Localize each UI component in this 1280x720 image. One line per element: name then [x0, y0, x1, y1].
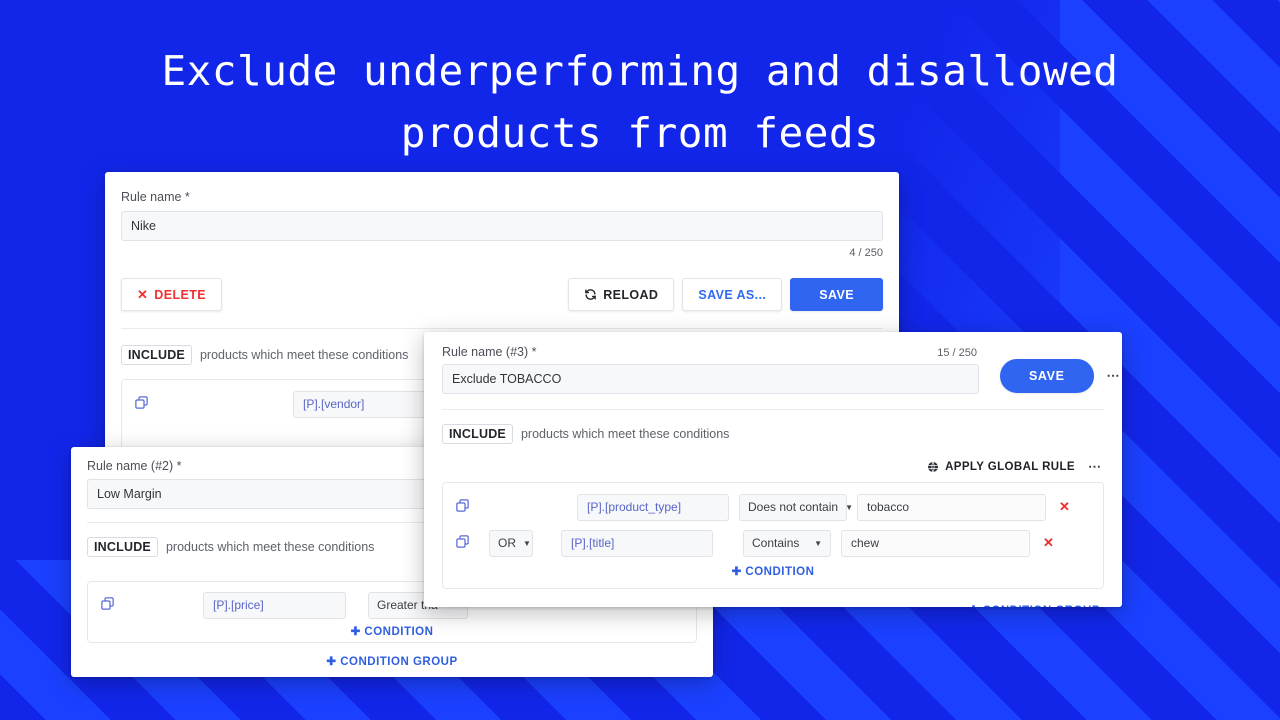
remove-condition-button[interactable]: ✕ — [1059, 499, 1070, 515]
save-button-label: SAVE — [819, 287, 854, 302]
rule-name-char-counter: 15 / 250 — [937, 347, 977, 359]
rule-name-input[interactable]: Nike — [121, 211, 883, 241]
add-condition-group-button[interactable]: ✚ CONDITION GROUP — [969, 603, 1100, 607]
add-condition-label: CONDITION — [364, 626, 434, 638]
condition-field-select[interactable]: [P].[price] — [203, 591, 346, 619]
copy-icon[interactable] — [455, 534, 473, 552]
condition-row: [P].[product_type] Does not contain ▼ to… — [455, 492, 1091, 522]
add-condition-button[interactable]: ✚ CONDITION — [732, 564, 815, 578]
add-condition-group-label: CONDITION GROUP — [340, 656, 458, 668]
condition-value-input[interactable]: chew — [841, 529, 1030, 557]
save-button-label: SAVE — [1029, 369, 1065, 383]
condition-row: OR ▼ [P].[title] Contains ▼ chew ✕ — [455, 528, 1091, 558]
include-description: products which meet these conditions — [520, 427, 730, 441]
include-badge[interactable]: INCLUDE — [87, 537, 158, 557]
condition-field-select[interactable]: [P].[product_type] — [577, 493, 729, 521]
save-as-button-label: SAVE AS... — [698, 287, 767, 302]
ellipsis-icon[interactable]: ⋯ — [1107, 368, 1121, 384]
add-condition-label: CONDITION — [745, 566, 815, 578]
rule-name-input[interactable]: Exclude TOBACCO — [442, 364, 979, 394]
plus-icon: ✚ — [326, 656, 337, 668]
plus-icon: ✚ — [969, 605, 979, 607]
condition-logic-label: OR — [498, 536, 516, 550]
condition-operator-label: Contains — [752, 536, 800, 550]
condition-operator-label: Does not contain — [748, 500, 839, 514]
include-description: products which meet these conditions — [165, 540, 375, 554]
reload-button[interactable]: RELOAD — [568, 278, 675, 311]
rule-name-label: Rule name (#3) * — [442, 345, 537, 359]
remove-condition-button[interactable]: ✕ — [1043, 535, 1054, 551]
save-as-button[interactable]: SAVE AS... — [682, 278, 783, 311]
delete-button[interactable]: ✕ DELETE — [121, 278, 223, 311]
add-condition-group-button[interactable]: ✚ CONDITION GROUP — [326, 654, 457, 668]
condition-operator-select[interactable]: Contains ▼ — [743, 529, 831, 557]
condition-field-select[interactable]: [P].[title] — [561, 529, 713, 557]
condition-value-input[interactable]: tobacco — [857, 493, 1046, 521]
x-icon: ✕ — [137, 286, 149, 302]
add-condition-button[interactable]: ✚ CONDITION — [351, 624, 434, 638]
refresh-icon — [584, 288, 597, 301]
rule-name-char-counter: 4 / 250 — [849, 247, 883, 259]
save-button[interactable]: SAVE — [790, 278, 883, 311]
add-condition-group-label: CONDITION GROUP — [983, 605, 1100, 607]
save-button[interactable]: SAVE — [1000, 359, 1094, 393]
copy-icon[interactable] — [455, 498, 473, 516]
delete-button-label: DELETE — [154, 287, 207, 302]
condition-group: [P].[product_type] Does not contain ▼ to… — [442, 482, 1104, 589]
copy-icon[interactable] — [100, 596, 118, 614]
condition-operator-select[interactable]: Does not contain ▼ — [739, 493, 853, 521]
apply-global-rule-label: APPLY GLOBAL RULE — [945, 461, 1075, 473]
apply-global-rule-button[interactable]: APPLY GLOBAL RULE — [927, 461, 1075, 473]
include-badge[interactable]: INCLUDE — [442, 424, 513, 444]
chevron-down-icon: ▼ — [845, 502, 853, 512]
globe-icon — [927, 461, 939, 473]
include-conditions-header: INCLUDE products which meet these condit… — [442, 424, 1104, 444]
include-badge[interactable]: INCLUDE — [121, 345, 192, 365]
plus-icon: ✚ — [350, 626, 361, 638]
condition-group-ellipsis-icon[interactable]: ⋯ — [1088, 459, 1102, 475]
chevron-down-icon: ▼ — [523, 538, 531, 548]
rule-card-exclude-tobacco: Rule name (#3) * 15 / 250 Exclude TOBACC… — [424, 332, 1122, 607]
plus-icon: ✚ — [731, 566, 742, 578]
condition-logic-select[interactable]: OR ▼ — [489, 529, 533, 557]
reload-button-label: RELOAD — [603, 287, 659, 302]
include-description: products which meet these conditions — [199, 348, 409, 362]
rule-name-label: Rule name * — [121, 190, 190, 204]
copy-icon[interactable] — [134, 395, 152, 413]
chevron-down-icon: ▼ — [814, 538, 822, 548]
